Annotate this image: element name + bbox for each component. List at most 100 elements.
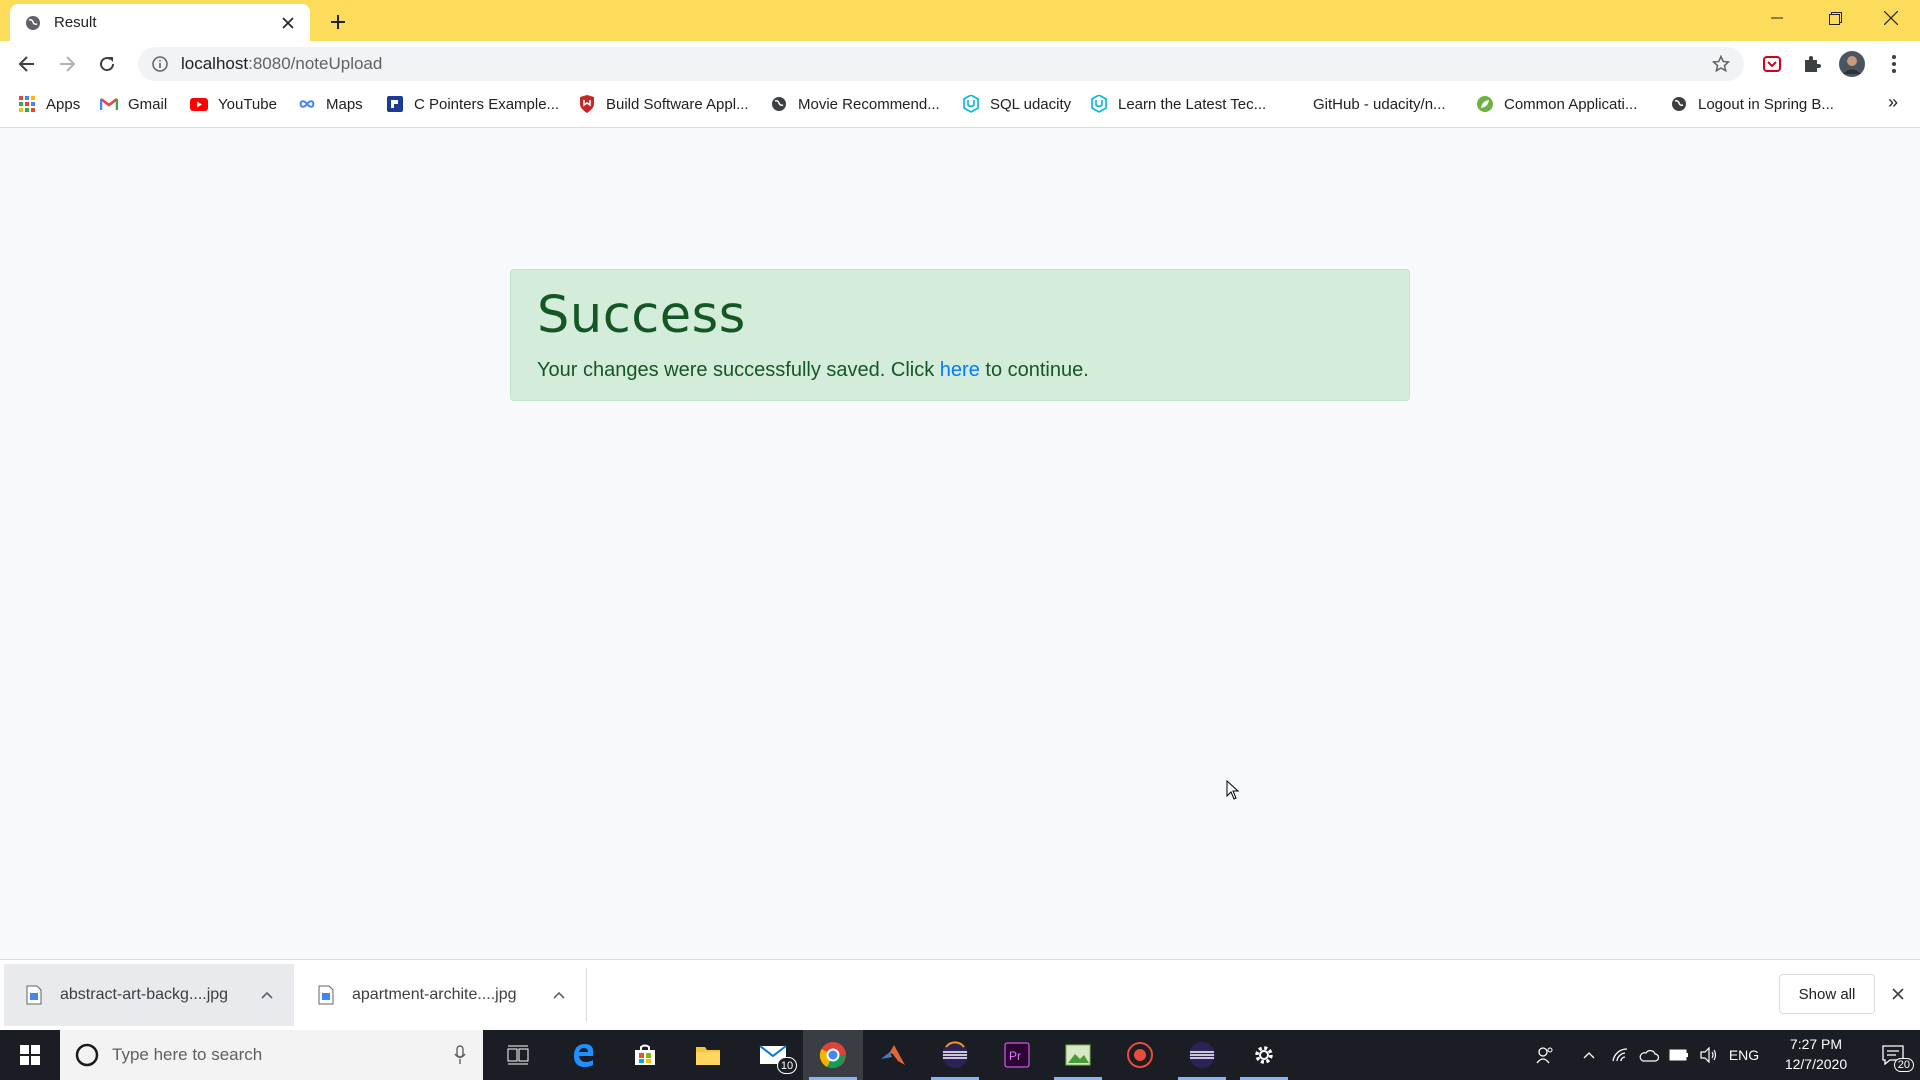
bookmark-label: Learn the Latest Tec...: [1118, 95, 1267, 113]
bookmark-label: Movie Recommend...: [798, 95, 940, 113]
bookmark-youtube[interactable]: YouTube: [190, 88, 277, 120]
download-file-name: abstract-art-backg....jpg: [60, 986, 229, 1003]
bookmark-star-icon[interactable]: [1710, 53, 1732, 75]
mail-app-icon[interactable]: 10: [743, 1030, 803, 1080]
bookmark-gmail[interactable]: Gmail: [100, 88, 167, 120]
download-separator: [586, 968, 587, 1022]
bookmark-github[interactable]: GitHub - udacity/n...: [1313, 88, 1446, 120]
cortana-search-icon: [74, 1042, 100, 1068]
leaf-icon: [1476, 95, 1494, 113]
bookmark-label: C Pointers Example...: [414, 95, 560, 113]
action-center-button[interactable]: 20: [1866, 1030, 1920, 1080]
continue-link[interactable]: here: [940, 359, 980, 381]
extensions-puzzle-icon[interactable]: [1798, 50, 1826, 78]
udacity-icon: [962, 95, 980, 113]
eclipse-app-icon[interactable]: [1172, 1030, 1232, 1080]
browser-title-bar: Result: [0, 0, 1920, 41]
success-alert: Success Your changes were successfully s…: [510, 269, 1410, 401]
microsoft-store-icon[interactable]: [615, 1030, 675, 1080]
bookmark-movie-recommend[interactable]: Movie Recommend...: [770, 88, 940, 120]
show-hidden-icons-chevron-icon[interactable]: [1578, 1030, 1600, 1080]
onedrive-icon[interactable]: [1636, 1030, 1662, 1080]
bookmark-learn-latest[interactable]: Learn the Latest Tec...: [1090, 88, 1266, 120]
microphone-icon[interactable]: [447, 1042, 473, 1068]
globe-icon: [1670, 95, 1688, 113]
image-viewer-app-icon[interactable]: [1048, 1030, 1108, 1080]
download-shelf: abstract-art-backg....jpg apartment-arch…: [0, 959, 1920, 1030]
mouse-cursor-icon: [1226, 779, 1240, 800]
minimize-button[interactable]: [1748, 0, 1806, 36]
gmail-icon: [100, 95, 118, 113]
more-bookmarks-button[interactable]: »: [1888, 92, 1898, 113]
search-placeholder: Type here to search: [112, 1045, 263, 1064]
edge-app-icon[interactable]: [554, 1030, 614, 1080]
chrome-app-icon[interactable]: [803, 1030, 863, 1080]
bookmark-sql-udacity[interactable]: SQL udacity: [962, 88, 1071, 120]
bookmark-label: YouTube: [218, 95, 277, 113]
tab-title: Result: [54, 14, 97, 31]
show-all-downloads-button[interactable]: Show all: [1779, 974, 1875, 1014]
mail-badge: 10: [777, 1057, 797, 1074]
chevron-up-icon[interactable]: [252, 980, 282, 1010]
clock-time: 7:27 PM: [1789, 1036, 1843, 1052]
bookmark-label: SQL udacity: [990, 95, 1072, 113]
download-item[interactable]: apartment-archite....jpg: [296, 964, 586, 1026]
shield-icon: [578, 95, 596, 113]
globe-icon: [770, 95, 788, 113]
bookmark-c-pointers[interactable]: C Pointers Example...: [386, 88, 559, 120]
chevron-up-icon[interactable]: [544, 980, 574, 1010]
tab-result[interactable]: Result: [10, 4, 310, 41]
udacity-icon: [1090, 95, 1108, 113]
matlab-app-icon[interactable]: [863, 1030, 923, 1080]
alert-heading: Success: [537, 286, 746, 345]
site-info-icon[interactable]: [150, 54, 170, 74]
premiere-pro-app-icon[interactable]: Pr: [987, 1030, 1047, 1080]
image-file-icon: [26, 985, 42, 1005]
taskbar-clock[interactable]: 7:27 PM 12/7/2020: [1766, 1034, 1866, 1076]
profile-avatar[interactable]: [1838, 50, 1866, 78]
volume-icon[interactable]: [1696, 1030, 1722, 1080]
svg-text:Pr: Pr: [1009, 1049, 1021, 1063]
bookmark-site-icon: [386, 95, 404, 113]
close-window-button[interactable]: [1862, 0, 1920, 36]
file-explorer-icon[interactable]: [678, 1030, 738, 1080]
wifi-icon[interactable]: [1608, 1030, 1632, 1080]
bookmark-common-applications[interactable]: Common Applicati...: [1476, 88, 1637, 120]
bookmark-apps[interactable]: Apps: [18, 88, 80, 120]
settings-app-icon[interactable]: [1234, 1030, 1294, 1080]
input-language[interactable]: ENG: [1726, 1030, 1762, 1080]
windows-taskbar: Type here to search 10 Pr ENG 7:27 PM 12…: [0, 1030, 1920, 1080]
bookmark-logout-spring[interactable]: Logout in Spring B...: [1670, 88, 1834, 120]
url-path: :8080/noteUpload: [248, 54, 383, 73]
record-app-icon[interactable]: [1110, 1030, 1170, 1080]
bookmark-build-software[interactable]: Build Software Appl...: [578, 88, 749, 120]
people-icon[interactable]: [1530, 1030, 1560, 1080]
new-tab-button[interactable]: [324, 8, 352, 36]
bookmark-label: Apps: [46, 95, 81, 113]
tab-close-icon[interactable]: [278, 13, 298, 33]
clock-date: 12/7/2020: [1784, 1056, 1848, 1072]
browser-menu-icon[interactable]: [1880, 50, 1908, 78]
alert-text-before: Your changes were successfully saved. Cl…: [537, 359, 940, 381]
browser-toolbar: localhost:8080/noteUpload: [0, 41, 1920, 88]
eclipse-app-icon[interactable]: [925, 1030, 985, 1080]
bookmark-maps[interactable]: Maps: [298, 88, 363, 120]
address-bar[interactable]: localhost:8080/noteUpload: [138, 47, 1744, 81]
back-button[interactable]: [12, 49, 42, 79]
bookmark-label: Maps: [326, 95, 363, 113]
url-host: localhost: [181, 54, 249, 73]
download-item[interactable]: abstract-art-backg....jpg: [4, 964, 294, 1026]
reload-button[interactable]: [92, 49, 122, 79]
start-button[interactable]: [0, 1030, 60, 1080]
bookmark-label: Build Software Appl...: [606, 95, 749, 113]
page-content: Success Your changes were successfully s…: [0, 129, 1920, 959]
pocket-extension-icon[interactable]: [1758, 50, 1786, 78]
forward-button[interactable]: [52, 49, 82, 79]
taskbar-search-box[interactable]: Type here to search: [60, 1030, 483, 1080]
battery-icon[interactable]: [1666, 1030, 1692, 1080]
restore-button[interactable]: [1806, 0, 1864, 36]
close-shelf-icon[interactable]: [1886, 982, 1910, 1006]
bookmark-label: Common Applicati...: [1504, 95, 1638, 113]
globe-icon: [24, 14, 42, 32]
task-view-button[interactable]: [488, 1030, 548, 1080]
